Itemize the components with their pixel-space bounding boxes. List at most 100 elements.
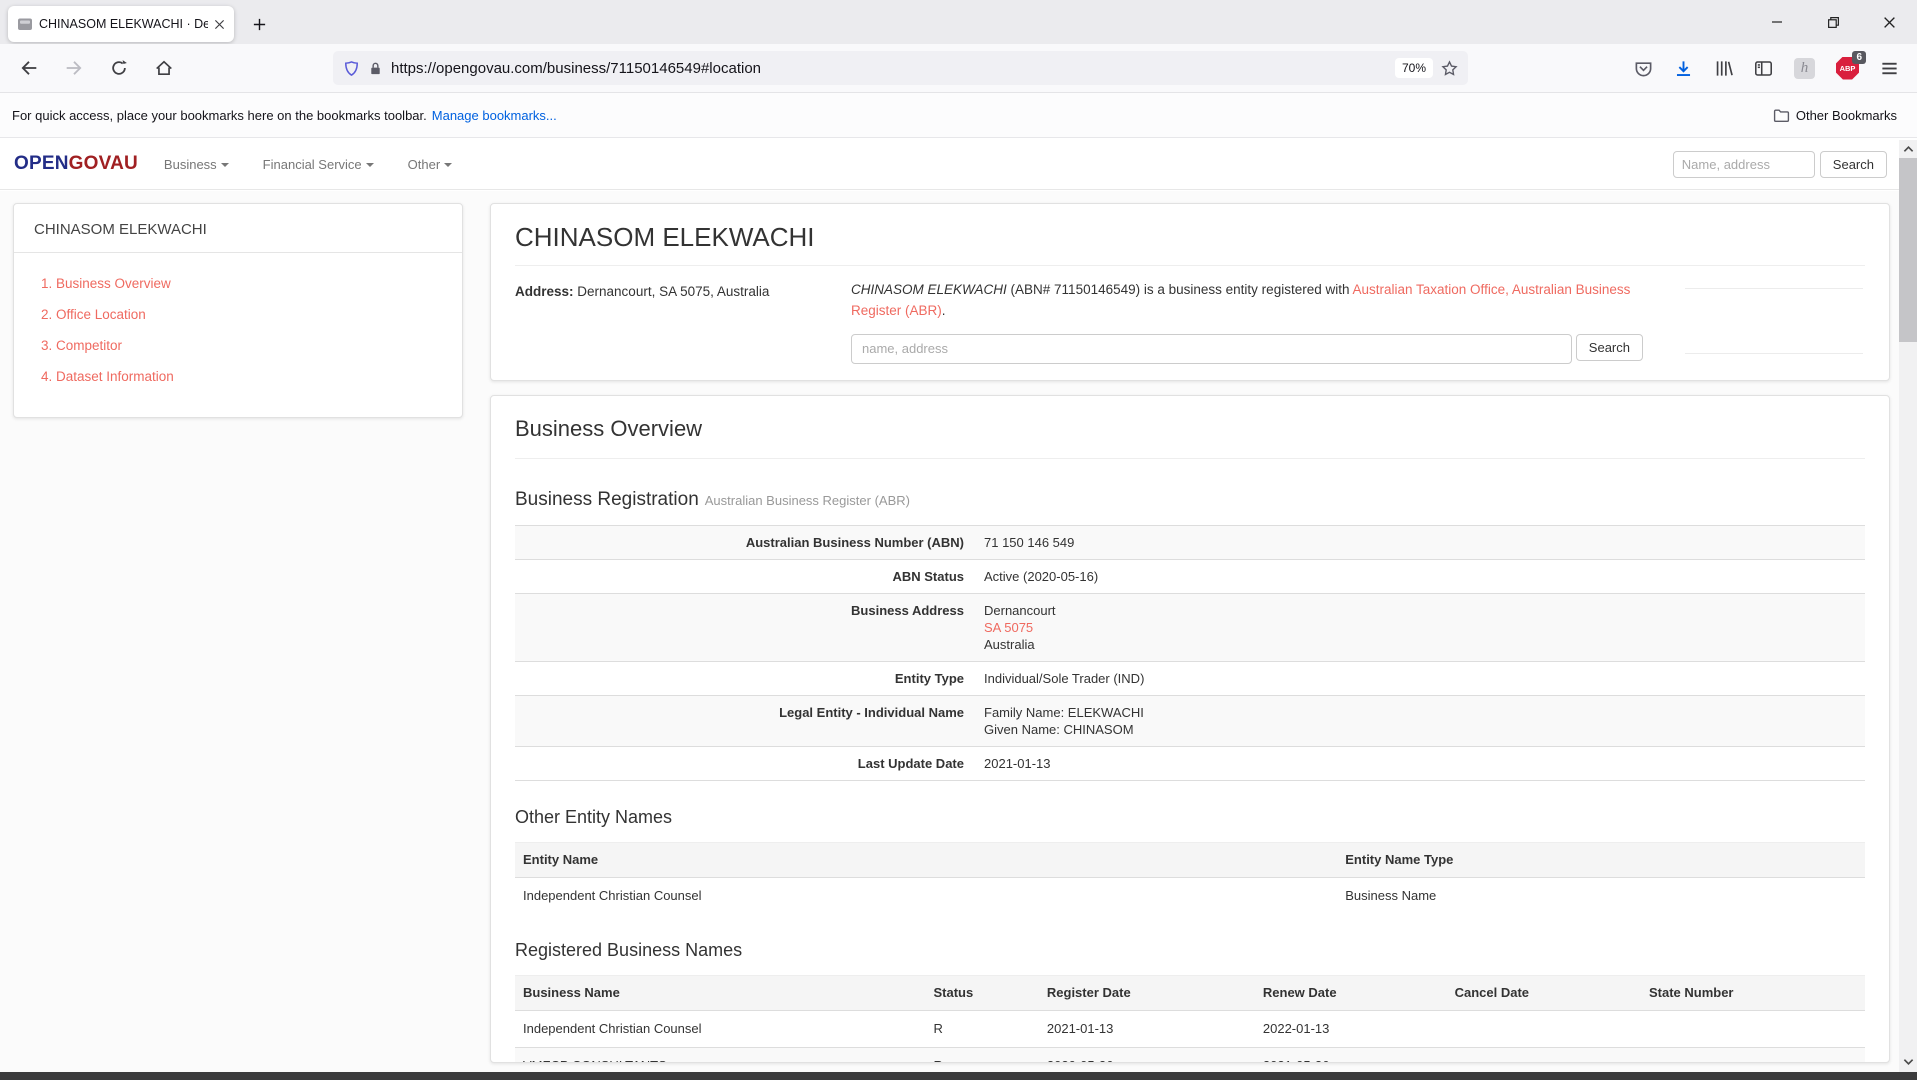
address-line: Australia: [984, 636, 1855, 653]
business-name-cell: Independent Christian Counsel: [515, 1011, 934, 1048]
site-header: OPENGOVAU Business Financial Service Oth…: [0, 139, 1917, 190]
tab-strip: CHINASOM ELEKWACHI · Derna: [0, 0, 1917, 44]
nav-item-business[interactable]: Business: [164, 157, 229, 172]
other-entity-names-title: Other Entity Names: [515, 807, 1865, 828]
browser-window: CHINASOM ELEKWACHI · Derna: [0, 0, 1917, 1080]
business-registration-title: Business RegistrationAustralian Business…: [515, 489, 1865, 511]
caret-down-icon: [366, 163, 374, 167]
caret-down-icon: [444, 163, 452, 167]
pocket-icon[interactable]: [1634, 59, 1653, 78]
page-content: CHINASOM ELEKWACHI 1. Business Overview …: [0, 191, 1917, 1072]
column-header: State Number: [1649, 976, 1865, 1011]
row-value: Family Name: ELEKWACHI Given Name: CHINA…: [974, 696, 1865, 747]
minimize-button[interactable]: [1749, 0, 1805, 44]
business-name-cell: VMFCP CONSULTANTS: [515, 1048, 934, 1064]
table-header-row: Business Name Status Register Date Renew…: [515, 976, 1865, 1011]
state-number-cell: [1649, 1011, 1865, 1048]
address-label: Address:: [515, 284, 574, 299]
tracking-shield-icon[interactable]: [343, 60, 360, 77]
sidebar-link-competitor[interactable]: 3. Competitor: [41, 337, 442, 354]
sidebar-title: CHINASOM ELEKWACHI: [14, 204, 462, 252]
nav-item-other[interactable]: Other: [408, 157, 453, 172]
decorative-area: [1643, 280, 1865, 364]
zoom-level-indicator[interactable]: 70%: [1395, 58, 1433, 78]
sidebar-links: 1. Business Overview 2. Office Location …: [14, 253, 462, 403]
divider: [1685, 353, 1863, 354]
table-row: Australian Business Number (ABN) 71 150 …: [515, 526, 1865, 560]
page-scrollbar[interactable]: [1899, 140, 1917, 1072]
registered-business-names-title: Registered Business Names: [515, 940, 1865, 961]
menu-hamburger-icon[interactable]: [1880, 59, 1899, 78]
entity-name-cell: Independent Christian Counsel: [515, 878, 1345, 915]
header-search-button[interactable]: Search: [1820, 151, 1887, 178]
home-button[interactable]: [155, 59, 173, 77]
sidebar-link-dataset-information[interactable]: 4. Dataset Information: [41, 368, 442, 385]
lock-icon[interactable]: [368, 61, 383, 76]
abp-badge-count: 6: [1852, 51, 1866, 64]
row-label: ABN Status: [515, 560, 974, 594]
postcode-link[interactable]: SA 5075: [984, 620, 1033, 635]
manage-bookmarks-link[interactable]: Manage bookmarks...: [432, 108, 557, 123]
table-row: ABN Status Active (2020-05-16): [515, 560, 1865, 594]
window-controls: [1749, 0, 1917, 44]
row-value: Active (2020-05-16): [974, 560, 1865, 594]
forward-button[interactable]: [65, 59, 83, 77]
close-window-button[interactable]: [1861, 0, 1917, 44]
column-header: Entity Name: [515, 843, 1345, 878]
other-bookmarks-label: Other Bookmarks: [1796, 108, 1897, 123]
header-search-input[interactable]: [1673, 151, 1815, 178]
site-nav-menu: Business Financial Service Other: [164, 157, 452, 172]
library-icon[interactable]: [1714, 59, 1733, 78]
entity-description: CHINASOM ELEKWACHI (ABN# 71150146549) is…: [851, 280, 1643, 322]
navigation-toolbar: https://opengovau.com/business/711501465…: [0, 44, 1917, 93]
description-middle: (ABN# 71150146549) is a business entity …: [1007, 282, 1353, 297]
register-date-cell: 2020-05-26: [1047, 1048, 1263, 1064]
sidebar-link-office-location[interactable]: 2. Office Location: [41, 306, 442, 323]
reload-button[interactable]: [110, 59, 128, 77]
logo-open-part: OPEN: [14, 153, 69, 174]
new-tab-button[interactable]: [248, 13, 270, 35]
table-row: VMFCP CONSULTANTS R 2020-05-26 2021-05-2…: [515, 1048, 1865, 1064]
sidebars-icon[interactable]: [1754, 59, 1773, 78]
register-date-cell: 2021-01-13: [1047, 1011, 1263, 1048]
column-header: Entity Name Type: [1345, 843, 1865, 878]
status-cell: R: [934, 1048, 1047, 1064]
renew-date-cell: 2022-01-13: [1263, 1011, 1455, 1048]
sidebar-link-business-overview[interactable]: 1. Business Overview: [41, 275, 442, 292]
entity-search-button[interactable]: Search: [1576, 334, 1643, 361]
scroll-up-icon[interactable]: [1899, 141, 1917, 157]
other-bookmarks-button[interactable]: Other Bookmarks: [1773, 107, 1905, 124]
bookmarks-hint-text: For quick access, place your bookmarks h…: [12, 108, 427, 123]
back-button[interactable]: [20, 59, 38, 77]
restore-button[interactable]: [1805, 0, 1861, 44]
nav-item-financial-service[interactable]: Financial Service: [263, 157, 374, 172]
row-label: Australian Business Number (ABN): [515, 526, 974, 560]
sidebar-card: CHINASOM ELEKWACHI 1. Business Overview …: [13, 203, 463, 418]
business-overview-title: Business Overview: [515, 416, 1865, 442]
adblock-plus-icon[interactable]: ABP 6: [1836, 57, 1859, 80]
bookmarks-bar: For quick access, place your bookmarks h…: [0, 93, 1917, 138]
downloads-icon[interactable]: [1674, 59, 1693, 78]
address-line: Dernancourt: [984, 602, 1855, 619]
divider: [1685, 288, 1863, 289]
url-bar[interactable]: https://opengovau.com/business/711501465…: [333, 51, 1468, 85]
legal-name-line: Given Name: CHINASOM: [984, 721, 1855, 738]
description-end: .: [942, 303, 946, 318]
scrollbar-thumb[interactable]: [1899, 158, 1917, 342]
other-entity-names-table: Entity Name Entity Name Type Independent…: [515, 842, 1865, 914]
row-value: Individual/Sole Trader (IND): [974, 662, 1865, 696]
site-logo[interactable]: OPENGOVAU: [14, 153, 138, 175]
divider: [515, 458, 1865, 459]
honey-extension-icon[interactable]: h: [1794, 58, 1815, 79]
table-row: Business Address Dernancourt SA 5075 Aus…: [515, 594, 1865, 662]
entity-address: Address: Dernancourt, SA 5075, Australia: [515, 280, 851, 364]
legal-name-line: Family Name: ELEKWACHI: [984, 704, 1855, 721]
scroll-down-icon[interactable]: [1899, 1054, 1917, 1070]
tab-close-icon[interactable]: [214, 19, 225, 30]
bookmark-star-icon[interactable]: [1441, 60, 1458, 77]
row-label: Business Address: [515, 594, 974, 662]
entity-search-input[interactable]: [851, 334, 1572, 364]
url-text: https://opengovau.com/business/711501465…: [391, 60, 1387, 77]
browser-tab[interactable]: CHINASOM ELEKWACHI · Derna: [8, 6, 234, 42]
caret-down-icon: [221, 163, 229, 167]
